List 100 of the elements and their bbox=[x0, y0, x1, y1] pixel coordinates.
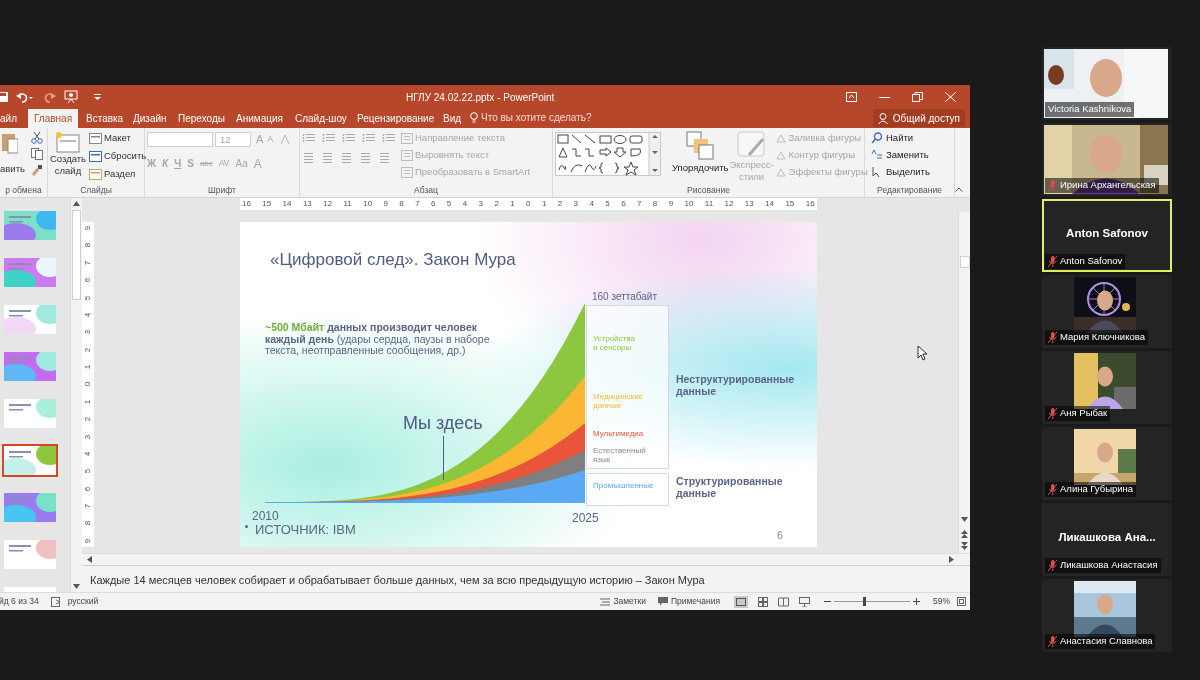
ruler-number: 2 bbox=[557, 200, 563, 208]
ribbon-tab[interactable]: айл bbox=[0, 109, 23, 128]
language-label[interactable]: русский bbox=[67, 595, 99, 608]
scroll-up-icon[interactable] bbox=[73, 201, 80, 206]
participant-name: Victoria Kashnikova bbox=[1048, 102, 1132, 117]
slideshow-view-icon[interactable] bbox=[799, 596, 810, 607]
slide-thumbnail[interactable] bbox=[2, 538, 58, 571]
participant-tile[interactable]: Алина Губырина bbox=[1042, 427, 1172, 500]
restore-icon[interactable] bbox=[912, 91, 923, 102]
slide-scrollbar[interactable] bbox=[958, 212, 970, 553]
zoom-in-icon[interactable] bbox=[913, 598, 920, 605]
participant-tile[interactable]: Anton Safonov Anton Safonov bbox=[1042, 199, 1172, 272]
thumbnail-scrollbar[interactable] bbox=[70, 198, 82, 592]
ruler-number: 8 bbox=[652, 200, 658, 208]
shape-style-icon bbox=[774, 149, 787, 161]
layer-label: Промышленные bbox=[593, 481, 654, 490]
ruler-number: 13 bbox=[744, 200, 754, 208]
participant-tile[interactable]: Анастасия Славнова bbox=[1042, 579, 1172, 652]
ruler-number: 2 bbox=[84, 416, 92, 422]
slide-thumbnail[interactable] bbox=[2, 444, 58, 477]
ribbon-tab[interactable]: Слайд-шоу bbox=[289, 109, 353, 128]
participant-tile[interactable]: Мария Ключникова bbox=[1042, 275, 1172, 348]
share-button[interactable]: Общий доступ bbox=[872, 109, 965, 127]
ruler-number: 11 bbox=[343, 200, 352, 208]
format-painter-icon[interactable] bbox=[31, 164, 43, 176]
ruler-number: 14 bbox=[282, 200, 292, 208]
ruler-number: 2 bbox=[84, 347, 92, 352]
zoom-slider-thumb[interactable] bbox=[862, 597, 866, 606]
collapse-ribbon-icon[interactable] bbox=[955, 187, 963, 192]
scroll-left-icon[interactable] bbox=[87, 556, 92, 563]
slide-sorter-icon[interactable] bbox=[758, 596, 768, 607]
slide-thumbnail[interactable] bbox=[2, 397, 58, 430]
fit-slide-icon[interactable] bbox=[957, 597, 966, 606]
slide-number: 6 bbox=[777, 528, 784, 543]
participant-tile[interactable]: Victoria Kashnikova bbox=[1042, 47, 1172, 120]
reset-button[interactable]: Сбросить bbox=[89, 149, 147, 163]
tell-me-field[interactable]: Что вы хотите сделать? bbox=[481, 110, 592, 125]
slide-thumbnail[interactable] bbox=[2, 256, 58, 289]
zoom-percent[interactable]: 59% bbox=[933, 595, 950, 608]
layout-button[interactable]: Макет bbox=[89, 131, 147, 145]
ruler-number: 9 bbox=[84, 538, 92, 543]
ruler-number: 12 bbox=[323, 200, 333, 208]
editing-command[interactable]: Найти bbox=[871, 131, 930, 145]
ruler-number: 6 bbox=[84, 486, 92, 491]
paste-icon[interactable] bbox=[2, 131, 18, 155]
text-command-icon bbox=[401, 132, 413, 144]
ruler-number: 1 bbox=[84, 364, 92, 370]
comments-button[interactable]: Примечания bbox=[657, 595, 720, 608]
participant-tile[interactable]: Аня Рыбак bbox=[1042, 351, 1172, 424]
spellcheck-icon[interactable] bbox=[50, 596, 62, 607]
group-label: Слайды bbox=[79, 184, 113, 197]
slide-thumbnail[interactable] bbox=[2, 491, 58, 524]
scroll-down-icon[interactable] bbox=[961, 517, 968, 522]
group-label: р обмена bbox=[4, 184, 43, 197]
save-icon[interactable] bbox=[0, 91, 8, 102]
notes-button[interactable]: Заметки bbox=[600, 595, 646, 608]
scroll-thumb[interactable] bbox=[959, 256, 970, 268]
ruler-number: 3 bbox=[84, 434, 92, 439]
shapes-gallery[interactable] bbox=[555, 132, 661, 176]
undo-icon[interactable] bbox=[16, 90, 34, 103]
participant-tile[interactable]: Ирина Архангельская bbox=[1042, 123, 1172, 196]
scissors-icon[interactable] bbox=[31, 132, 43, 144]
slide-thumbnail[interactable] bbox=[2, 209, 58, 242]
new-slide-button[interactable]: Создать слайд bbox=[50, 131, 86, 177]
editing-command[interactable]: Выделить bbox=[871, 165, 930, 179]
reading-view-icon[interactable] bbox=[778, 596, 789, 607]
horizontal-scrollbar[interactable] bbox=[82, 553, 970, 565]
normal-view-icon[interactable] bbox=[734, 595, 748, 608]
scroll-right-icon[interactable] bbox=[949, 556, 954, 563]
next-slide-icon[interactable] bbox=[961, 542, 968, 550]
arrange-button[interactable]: Упорядочить bbox=[672, 131, 729, 176]
slideshow-icon[interactable] bbox=[64, 90, 78, 103]
participant-tile[interactable]: Ликашкова Ана... Ликашкова Анастасия bbox=[1042, 503, 1172, 576]
zoom-out-icon[interactable] bbox=[824, 598, 831, 605]
layer-label: Мультимедиа bbox=[593, 429, 644, 438]
ruler-number: 8 bbox=[84, 243, 92, 248]
scroll-down-icon[interactable] bbox=[73, 584, 80, 589]
slide-thumbnail[interactable] bbox=[2, 303, 58, 336]
ribbon-tab[interactable]: Переходы bbox=[172, 109, 231, 128]
paste-button[interactable]: авить bbox=[0, 162, 25, 177]
ribbon-tab[interactable]: Вставка bbox=[80, 109, 130, 128]
ribbon-tab[interactable]: Главная bbox=[28, 109, 79, 128]
ruler-number: 3 bbox=[478, 200, 483, 208]
editing-command[interactable]: Заменить bbox=[871, 148, 930, 162]
ribbon-tab[interactable]: Дизайн bbox=[127, 109, 173, 128]
ruler-number: 7 bbox=[637, 200, 642, 208]
lightbulb-icon[interactable] bbox=[470, 111, 478, 124]
ruler-number: 1 bbox=[84, 399, 92, 404]
slide-thumbnail[interactable] bbox=[2, 350, 58, 383]
section-button[interactable]: Раздел bbox=[89, 167, 147, 181]
previous-slide-icon[interactable] bbox=[961, 530, 968, 538]
total-label: 160 зеттабайт bbox=[592, 290, 657, 304]
ribbon-tab[interactable]: Анимация bbox=[230, 109, 289, 128]
scroll-thumb[interactable] bbox=[72, 210, 81, 300]
customize-caret-icon[interactable] bbox=[94, 93, 101, 100]
notes-text: Каждые 14 месяцев человек собирает и обрабатывает больше данных, чем за всю предыдущую историю – Закон Мура bbox=[90, 573, 706, 588]
ribbon-display-icon[interactable] bbox=[846, 91, 857, 102]
ruler-number: 1 bbox=[541, 200, 547, 208]
copy-icon[interactable] bbox=[31, 148, 45, 160]
close-icon[interactable] bbox=[945, 91, 956, 102]
